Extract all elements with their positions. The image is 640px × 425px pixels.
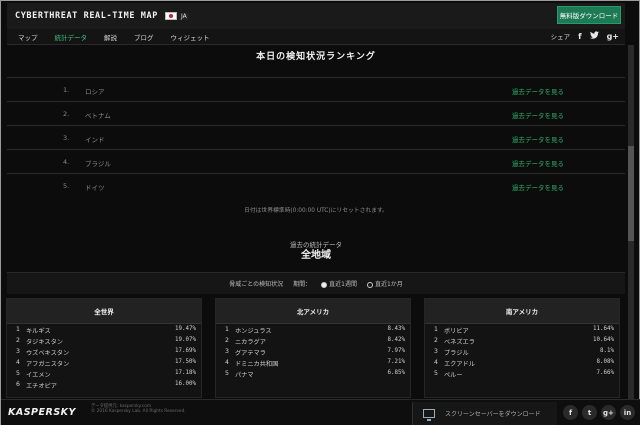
ranking-country: ロシア (85, 88, 105, 96)
main-nav: マップ 統計データ 解説 ブログ ウィジェット シェア f g+ (7, 29, 625, 45)
ranking-title: 本日の検知状況ランキング (256, 52, 376, 62)
table-row: 6 エチオピア 16.00% (16, 381, 196, 390)
facebook-icon[interactable]: f (563, 405, 578, 420)
table-row: 4 アフガニスタン 17.50% (16, 359, 196, 368)
page-scrollbar-thumb[interactable] (628, 146, 634, 241)
nav-item-blog[interactable]: ブログ (134, 32, 154, 42)
google-plus-icon[interactable]: g+ (601, 405, 616, 420)
table-row: 3 ブラジル 8.1% (434, 348, 614, 357)
region-title: 南アメリカ (425, 299, 619, 324)
share-label: シェア (550, 33, 571, 41)
footer-social-links: f t g+ in (563, 405, 635, 420)
ranking-number: 3. (63, 134, 70, 142)
ranking-number: 5. (63, 182, 70, 190)
region-table-south-america: 南アメリカ 1 ボリビア 11.64% 2 ベネズエラ 10.64% 3 ブラジル 8.1%… (424, 298, 620, 398)
table-row: 1 ボリビア 11.64% (434, 326, 614, 335)
table-row: 2 ベネズエラ 10.64% (434, 337, 614, 346)
ranking-number: 1. (63, 86, 70, 94)
region-table-north-america: 北アメリカ 1 ホンジュラス 8.43% 2 ニカラグア 8.42% 3 グアテマラ 7.9… (215, 298, 411, 398)
ranking-country: ブラジル (85, 160, 111, 168)
period-label: 期間： (293, 281, 312, 288)
ranking-number: 4. (63, 158, 70, 166)
table-row: 5 イエメン 17.18% (16, 370, 196, 379)
share-bar: シェア f g+ (551, 31, 619, 41)
nav-item-statistics[interactable]: 統計データ (55, 32, 88, 42)
region-title: 全世界 (7, 299, 201, 324)
past-data-link[interactable]: 過去データを見る (512, 110, 564, 120)
region-title: 北アメリカ (216, 299, 410, 324)
table-row: 5 ペルー 7.66% (434, 370, 614, 379)
filter-option-month[interactable]: 直近1か月 (366, 279, 403, 288)
ranking-number: 2. (63, 110, 70, 118)
page-frame: CYBERTHREAT REAL-TIME MAP JA 無料版ダウンロード マ… (0, 0, 640, 425)
filter-label: 脅威ごとの検知状況 (229, 281, 284, 288)
ranking-country: ドイツ (85, 184, 105, 192)
screensaver-label[interactable]: スクリーンセーバーをダウンロード (445, 409, 541, 418)
ranking-row: 5. ドイツ 過去データを見る (7, 173, 625, 197)
table-row: 2 タジキスタン 19.07% (16, 337, 196, 346)
past-data-link[interactable]: 過去データを見る (512, 158, 564, 168)
japan-flag-icon[interactable] (164, 12, 177, 20)
linkedin-icon[interactable]: in (620, 405, 635, 420)
facebook-icon[interactable]: f (578, 32, 581, 41)
table-row: 1 ホンジュラス 8.43% (225, 326, 405, 335)
kaspersky-logo[interactable]: KASPERSKY (8, 407, 76, 418)
google-plus-icon[interactable]: g+ (607, 32, 619, 41)
footer-copyright: データ提供元: kaspersky.com © 2016 Kaspersky L… (91, 404, 186, 414)
nav-item-explanation[interactable]: 解説 (104, 32, 117, 42)
table-row: 3 グアテマラ 7.97% (225, 348, 405, 357)
twitter-icon[interactable]: t (582, 405, 597, 420)
screensaver-download[interactable]: スクリーンセーバーをダウンロード (412, 402, 557, 425)
radio-unselected-icon[interactable] (366, 281, 373, 288)
radio-selected-icon[interactable] (321, 281, 328, 288)
region-table-world: 全世界 1 キルギス 19.47% 2 タジキスタン 19.07% 3 ウズベキスタン 17… (6, 298, 202, 398)
past-data-link[interactable]: 過去データを見る (512, 134, 564, 144)
ranking-row: 2. ベトナム 過去データを見る (7, 101, 625, 125)
nav-item-widget[interactable]: ウィジェット (171, 32, 210, 42)
site-logo[interactable]: CYBERTHREAT REAL-TIME MAP (15, 11, 158, 21)
table-row: 4 ドミニカ共和国 7.21% (225, 359, 405, 368)
ranking-row: 3. インド 過去データを見る (7, 125, 625, 149)
table-row: 1 キルギス 19.47% (16, 326, 196, 335)
site-footer: KASPERSKY データ提供元: kaspersky.com © 2016 K… (1, 399, 640, 425)
table-row: 2 ニカラグア 8.42% (225, 337, 405, 346)
ranking-row: 4. ブラジル 過去データを見る (7, 149, 625, 173)
table-row: 5 パナマ 6.85% (225, 370, 405, 379)
table-row: 4 エクアドル 8.08% (434, 359, 614, 368)
threat-filter-bar: 脅威ごとの検知状況 期間： 直近1週間 直近1か月 (7, 272, 625, 294)
nav-item-map[interactable]: マップ (18, 32, 38, 42)
language-selector[interactable]: JA (178, 12, 189, 20)
filter-option-week[interactable]: 直近1週間 (321, 279, 357, 288)
past-data-link[interactable]: 過去データを見る (512, 86, 564, 96)
twitter-icon[interactable] (589, 31, 599, 41)
free-download-button[interactable]: 無料版ダウンロード (557, 6, 621, 24)
ranking-country: ベトナム (85, 112, 111, 120)
reset-note: 日付は世界標準時(0:00:00 UTC)にリセットされます。 (244, 208, 388, 214)
past-stats-title: 全地域 (301, 250, 331, 261)
table-row: 3 ウズベキスタン 17.69% (16, 348, 196, 357)
site-header: CYBERTHREAT REAL-TIME MAP JA 無料版ダウンロード (7, 3, 625, 29)
past-data-link[interactable]: 過去データを見る (512, 182, 564, 192)
ranking-row: 1. ロシア 過去データを見る (7, 77, 625, 101)
ranking-country: インド (85, 136, 105, 144)
monitor-icon (423, 409, 435, 421)
